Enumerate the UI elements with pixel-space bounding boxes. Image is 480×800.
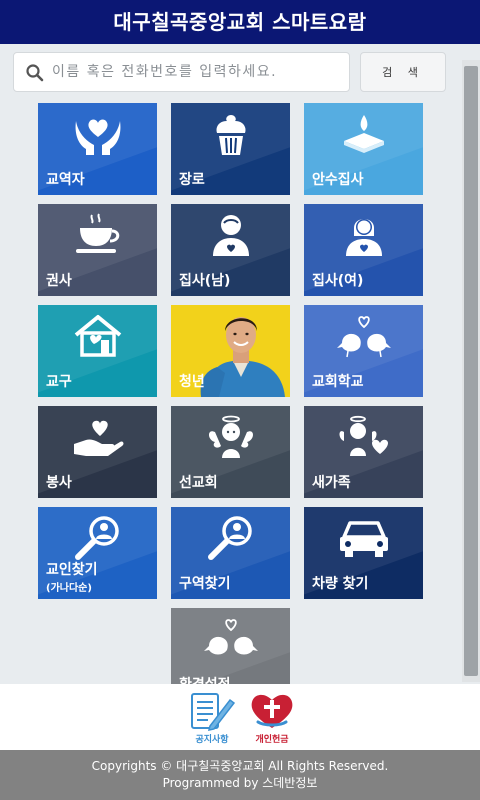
app-title: 대구칠곡중앙교회 스마트요람 [0,0,480,44]
person-female-icon [346,219,382,256]
tile-mission[interactable]: 선교회 [171,406,290,498]
scrollbar[interactable] [462,60,480,682]
scrollbar-thumb[interactable] [464,66,478,676]
tile-label: 교구 [46,374,72,390]
quick-links-bar: 공지사항 개인헌금 [0,684,480,750]
tile-new-family[interactable]: 새가족 [304,406,423,498]
hand-heart-icon [74,420,124,456]
tile-sublabel: (가나다순) [46,583,92,594]
notice-button[interactable]: 공지사항 [184,690,240,746]
tile-deacons-female[interactable]: 집사(여) [304,204,423,296]
tile-youth[interactable]: 청년 [171,305,290,397]
tile-service[interactable]: 봉사 [38,406,157,498]
tile-find-district[interactable]: 구역찾기 [171,507,290,599]
tile-label: 새가족 [312,475,351,491]
programmer-credit: Programmed by 스데반정보 [162,776,318,790]
tile-kwonsa[interactable]: 권사 [38,204,157,296]
tile-label: 청년 [179,374,205,390]
hands-heart-icon [75,119,121,155]
angel-icon [209,415,253,458]
house-heart-icon [74,315,122,357]
tile-ordained-deacons[interactable]: 안수집사 [304,103,423,195]
magnifier-person-icon [208,516,252,560]
offering-label: 개인헌금 [255,735,289,745]
tile-deacons-male[interactable]: 집사(남) [171,204,290,296]
angel-heart-icon [339,415,388,456]
copyright-text: Copyrights © 대구칠곡중앙교회 All Rights Reserve… [91,759,389,773]
tile-find-vehicle[interactable]: 차량 찾기 [304,507,423,599]
tile-label: 권사 [46,273,72,289]
tile-settings[interactable]: 환경설정 [171,608,290,686]
notice-label: 공지사항 [195,735,229,745]
tile-label: 선교회 [179,475,218,491]
search-box [13,52,350,92]
tile-find-member[interactable]: 교인찾기 (가나다순) [38,507,157,599]
birds-heart-icon [337,316,391,358]
notice-clipboard-icon [191,693,236,731]
tile-label: 집사(여) [312,273,364,289]
search-button[interactable]: 검 색 [360,52,446,92]
tile-label: 구역찾기 [179,576,231,592]
birds-heart-icon [204,619,258,655]
tile-label: 교인찾기 [46,562,98,578]
person-male-icon [213,215,249,256]
search-input[interactable] [52,57,344,87]
tile-label: 집사(남) [179,273,231,289]
tile-label: 안수집사 [312,172,364,188]
tile-label: 교회학교 [312,374,364,390]
tile-label: 차량 찾기 [312,576,369,592]
copyright-footer: Copyrights © 대구칠곡중앙교회 All Rights Reserve… [0,750,480,800]
magnifier-person-icon [75,516,119,560]
tile-label: 교역자 [46,172,85,188]
tile-elders[interactable]: 장로 [171,103,290,195]
candle-icon [344,115,384,153]
search-bar: 검 색 [13,52,449,92]
tile-label: 장로 [179,172,205,188]
cupcake-icon [216,115,246,155]
cross-heart-icon [251,694,293,728]
offering-button[interactable]: 개인헌금 [244,690,300,746]
car-icon [340,521,388,557]
tile-label: 봉사 [46,475,72,491]
tile-district[interactable]: 교구 [38,305,157,397]
tile-clergy[interactable]: 교역자 [38,103,157,195]
search-icon [26,64,44,82]
teacup-icon [76,213,120,253]
tile-church-school[interactable]: 교회학교 [304,305,423,397]
